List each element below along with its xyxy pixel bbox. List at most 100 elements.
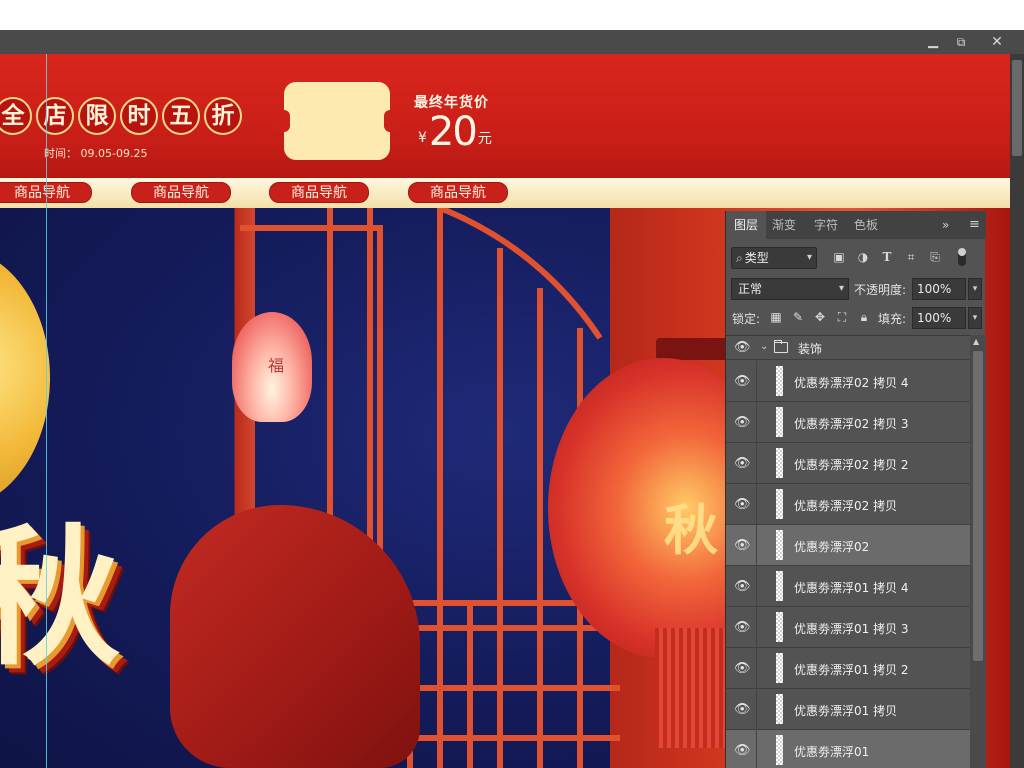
layer-row[interactable]: 👁︎ 优惠劵漂浮01 拷贝 4 [726,566,970,607]
eye-icon[interactable]: 👁︎ [734,661,751,676]
filter-kind-select[interactable]: ⌕ 类型 ▾ [731,247,817,269]
scrollbar-thumb[interactable] [1012,60,1022,156]
minimize-icon[interactable]: ▁ [920,30,946,54]
price-display: ¥ 20 元 [418,110,492,154]
divider [756,361,757,402]
nav-item[interactable]: 商品导航 [131,182,231,203]
lock-transparency-icon[interactable]: ▦ [768,309,784,325]
restore-icon[interactable]: ⧉ [948,30,974,54]
folder-icon [774,340,788,353]
scrollbar-thumb[interactable] [973,351,983,661]
coupon-shape [278,82,396,160]
divider [756,607,757,648]
panel-menu-icon[interactable]: ≡ [969,211,980,239]
eye-icon[interactable]: 👁︎ [734,340,751,355]
promo-char: 时 [120,97,158,135]
layer-row[interactable]: 👁︎ 优惠劵漂浮01 拷贝 2 [726,648,970,689]
lantern-character: 秋 [664,498,718,562]
scroll-up-icon[interactable]: ▲ [973,337,979,346]
tab-swatches[interactable]: 色板 [846,211,886,239]
blend-row: 正常 ▾ 不透明度: 100% ▾ [726,277,986,301]
promo-title: 全 店 限 时 五 折 [0,97,242,135]
layer-row[interactable]: 👁︎ 优惠劵漂浮02 拷贝 3 [726,402,970,443]
chevron-down-icon[interactable]: ▾ [968,278,982,300]
layer-name: 优惠劵漂浮01 拷贝 3 [794,622,909,636]
lock-position-icon[interactable]: ✥ [812,309,828,325]
layer-thumbnail [776,407,783,437]
nav-item[interactable]: 商品导航 [408,182,508,203]
lock-label: 锁定: [732,312,761,326]
layer-group[interactable]: 👁︎ ⌄ 装饰 [726,336,970,360]
promo-char: 折 [204,97,242,135]
eye-icon[interactable]: 👁︎ [734,497,751,512]
tab-gradients[interactable]: 渐变 [764,211,804,239]
fill-label: 填充: [878,312,907,326]
layer-row[interactable]: 👁︎ 优惠劵漂浮02 拷贝 4 [726,361,970,402]
layer-row[interactable]: 👁︎ 优惠劵漂浮01 拷贝 3 [726,607,970,648]
divider [756,484,757,525]
layer-thumbnail [776,612,783,642]
layer-thumbnail [776,653,783,683]
eye-icon[interactable]: 👁︎ [734,579,751,594]
adjustment-filter-icon[interactable]: ◑ [856,250,870,264]
nav-item[interactable]: 商品导航 [269,182,369,203]
divider [756,689,757,730]
layer-thumbnail [776,448,783,478]
layer-thumbnail [776,571,783,601]
eye-icon[interactable]: 👁︎ [734,415,751,430]
promo-time: 时间： 09.05-09.25 [44,147,148,160]
layer-name: 优惠劵漂浮01 [794,745,870,759]
double-chevron-icon[interactable]: » [942,211,949,239]
layer-row-selected[interactable]: 👁︎ 优惠劵漂浮01 [726,730,970,768]
image-filter-icon[interactable]: ▣ [832,250,846,264]
layer-filter-row: ⌕ 类型 ▾ ▣ ◑ T ⌗ ⎘ [726,245,986,271]
top-margin [0,0,1024,30]
layer-row[interactable]: 👁︎ 优惠劵漂浮02 拷贝 2 [726,443,970,484]
guide-line[interactable] [46,54,47,768]
layer-row[interactable]: 👁︎ 优惠劵漂浮01 拷贝 [726,689,970,730]
promo-char: 五 [162,97,200,135]
group-name: 装饰 [798,342,823,356]
close-icon[interactable]: ✕ [984,30,1010,54]
divider [756,730,757,768]
nav-strip: 商品导航 商品导航 商品导航 商品导航 [0,178,1010,208]
smart-object-filter-icon[interactable]: ⎘ [928,250,942,264]
layer-thumbnail [776,489,783,519]
eye-icon[interactable]: 👁︎ [734,743,751,758]
layer-thumbnail [776,366,783,396]
tab-layers[interactable]: 图层 [726,211,767,239]
layer-name: 优惠劵漂浮01 拷贝 2 [794,663,909,677]
layer-name: 优惠劵漂浮02 拷贝 [794,499,898,513]
layer-row[interactable]: 👁︎ 优惠劵漂浮02 拷贝 [726,484,970,525]
opacity-label: 不透明度: [854,283,907,297]
lantern-tassel [655,628,735,748]
lock-row: 锁定: ▦ ✎ ✥ ⛶ 🔒︎ 填充: 100% ▾ [726,306,986,330]
eye-icon[interactable]: 👁︎ [734,702,751,717]
eye-icon[interactable]: 👁︎ [734,374,751,389]
tab-character[interactable]: 字符 [806,211,846,239]
filter-toggle[interactable] [958,248,966,266]
eye-icon[interactable]: 👁︎ [734,620,751,635]
lock-pixels-icon[interactable]: ✎ [790,309,806,325]
text-filter-icon[interactable]: T [880,250,894,264]
opacity-field[interactable]: 100% [912,278,966,300]
price-value: 20 [428,109,478,155]
divider [756,648,757,689]
eye-icon[interactable]: 👁︎ [734,456,751,471]
layers-panel: 图层 渐变 字符 色板 » ≡ ⌕ 类型 ▾ ▣ ◑ T ⌗ ⎘ 正常 ▾ 不透明度:… [725,211,986,768]
layer-row-selected[interactable]: 👁︎ 优惠劵漂浮02 [726,525,970,566]
lock-artboard-icon[interactable]: ⛶ [834,309,850,325]
shape-filter-icon[interactable]: ⌗ [904,250,918,264]
blend-mode-select[interactable]: 正常 ▾ [731,278,849,300]
blend-mode-label: 正常 [738,282,763,296]
fill-field[interactable]: 100% [912,307,966,329]
eye-icon[interactable]: 👁︎ [734,538,751,553]
window-titlebar: ▁ ⧉ ✕ [0,30,1024,54]
lock-all-icon[interactable]: 🔒︎ [856,309,872,325]
layer-list-scrollbar[interactable]: ▲ [970,335,986,768]
filter-kind-label: 类型 [744,251,769,265]
canvas-scrollbar[interactable] [1010,54,1024,768]
chevron-down-icon[interactable]: ⌄ [760,341,768,352]
chevron-down-icon[interactable]: ▾ [968,307,982,329]
festival-title: 秋 [0,510,121,686]
